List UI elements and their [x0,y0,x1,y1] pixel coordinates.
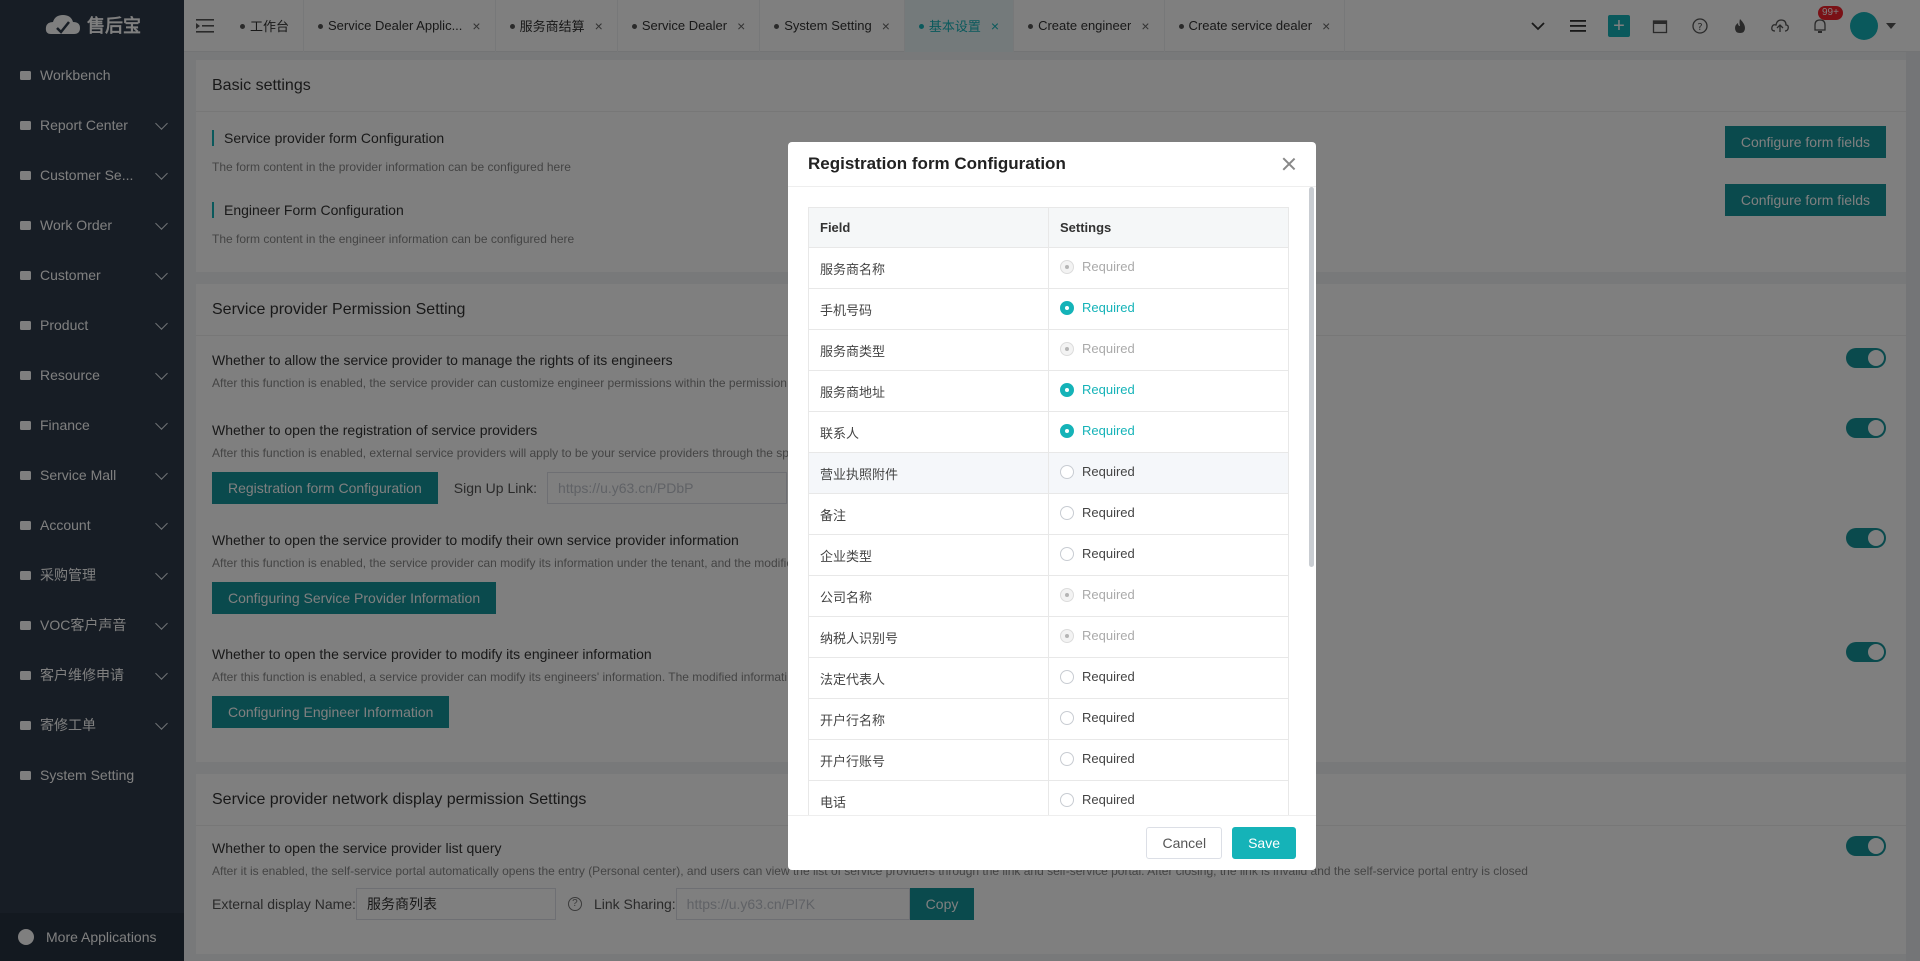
required-label: Required [1082,628,1135,644]
required-label: Required [1082,464,1135,480]
required-label: Required [1082,341,1135,357]
table-row: 服务商地址 Required [808,370,1289,412]
required-radio: Required [1060,259,1135,274]
settings-cell: Required [1048,657,1289,699]
required-label: Required [1082,423,1135,439]
settings-cell: Required [1048,780,1289,815]
required-radio[interactable]: Required [1060,300,1135,315]
radio-circle-icon [1060,710,1074,725]
required-radio: Required [1060,628,1135,643]
table-row: 公司名称 Required [808,575,1289,617]
radio-circle-icon [1060,341,1074,356]
radio-circle-icon [1060,300,1074,315]
required-label: Required [1082,546,1135,562]
field-name-cell: 电话 [808,780,1049,815]
radio-circle-icon [1060,423,1074,438]
required-radio[interactable]: Required [1060,546,1135,561]
required-label: Required [1082,669,1135,685]
modal-header: Registration form Configuration [788,142,1316,186]
field-settings-table: Field Settings 服务商名称 Required 手机号码 Required… [808,207,1289,815]
field-name-cell: 开户行账号 [808,739,1049,781]
required-radio: Required [1060,587,1135,602]
registration-form-modal: Registration form Configuration Field Se… [788,142,1316,870]
required-radio[interactable]: Required [1060,792,1135,807]
required-radio: Required [1060,341,1135,356]
cancel-button[interactable]: Cancel [1146,827,1223,859]
radio-circle-icon [1060,628,1074,643]
modal-scrollbar[interactable] [1309,187,1314,567]
settings-cell: Required [1048,616,1289,658]
settings-cell: Required [1048,493,1289,535]
modal-footer: Cancel Save [788,816,1316,870]
settings-cell: Required [1048,370,1289,412]
required-label: Required [1082,300,1135,316]
required-label: Required [1082,710,1135,726]
field-name-cell: 企业类型 [808,534,1049,576]
field-name-cell: 服务商类型 [808,329,1049,371]
field-name-cell: 开户行名称 [808,698,1049,740]
required-label: Required [1082,259,1135,275]
table-row: 法定代表人 Required [808,657,1289,699]
settings-cell: Required [1048,739,1289,781]
modal-body: Field Settings 服务商名称 Required 手机号码 Required… [788,186,1316,816]
radio-circle-icon [1060,259,1074,274]
column-header-field: Field [808,207,1049,248]
field-name-cell: 手机号码 [808,288,1049,330]
radio-circle-icon [1060,587,1074,602]
table-row: 备注 Required [808,493,1289,535]
table-row: 联系人 Required [808,411,1289,453]
radio-circle-icon [1060,669,1074,684]
close-icon[interactable] [1282,157,1296,171]
settings-cell: Required [1048,329,1289,371]
settings-cell: Required [1048,698,1289,740]
field-name-cell: 公司名称 [808,575,1049,617]
required-radio[interactable]: Required [1060,382,1135,397]
required-radio[interactable]: Required [1060,423,1135,438]
settings-cell: Required [1048,534,1289,576]
required-label: Required [1082,751,1135,767]
field-name-cell: 联系人 [808,411,1049,453]
required-radio[interactable]: Required [1060,710,1135,725]
required-radio[interactable]: Required [1060,751,1135,766]
radio-circle-icon [1060,382,1074,397]
field-name-cell: 备注 [808,493,1049,535]
modal-title: Registration form Configuration [808,154,1066,173]
required-label: Required [1082,587,1135,603]
required-label: Required [1082,382,1135,398]
table-row: 服务商名称 Required [808,247,1289,289]
required-label: Required [1082,505,1135,521]
required-radio[interactable]: Required [1060,464,1135,479]
settings-cell: Required [1048,452,1289,494]
save-button[interactable]: Save [1232,827,1296,859]
required-radio[interactable]: Required [1060,669,1135,684]
table-row: 营业执照附件 Required [808,452,1289,494]
table-row: 手机号码 Required [808,288,1289,330]
field-name-cell: 法定代表人 [808,657,1049,699]
table-row: 电话 Required [808,780,1289,815]
radio-circle-icon [1060,464,1074,479]
table-row: 开户行名称 Required [808,698,1289,740]
table-header-row: Field Settings [808,207,1289,248]
required-radio[interactable]: Required [1060,505,1135,520]
settings-cell: Required [1048,411,1289,453]
radio-circle-icon [1060,792,1074,807]
table-row: 开户行账号 Required [808,739,1289,781]
radio-circle-icon [1060,546,1074,561]
table-row: 服务商类型 Required [808,329,1289,371]
field-name-cell: 纳税人识别号 [808,616,1049,658]
column-header-settings: Settings [1048,207,1289,248]
field-name-cell: 服务商地址 [808,370,1049,412]
radio-circle-icon [1060,751,1074,766]
table-row: 纳税人识别号 Required [808,616,1289,658]
field-name-cell: 服务商名称 [808,247,1049,289]
required-label: Required [1082,792,1135,808]
table-row: 企业类型 Required [808,534,1289,576]
settings-cell: Required [1048,247,1289,289]
settings-cell: Required [1048,575,1289,617]
radio-circle-icon [1060,505,1074,520]
settings-cell: Required [1048,288,1289,330]
field-name-cell: 营业执照附件 [808,452,1049,494]
